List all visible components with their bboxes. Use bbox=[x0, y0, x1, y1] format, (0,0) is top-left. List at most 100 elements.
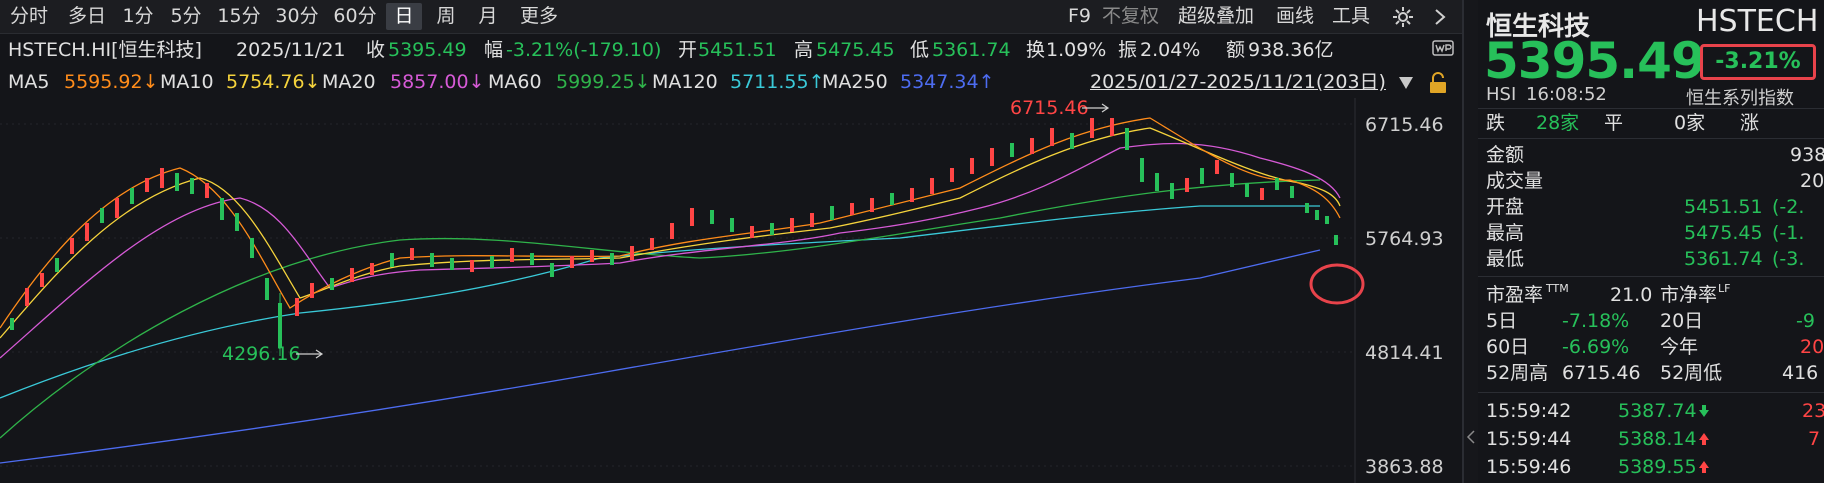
draw-line-button[interactable]: 画线 bbox=[1276, 3, 1314, 30]
amplitude-label: 振 bbox=[1118, 39, 1138, 61]
up-label: 涨 bbox=[1740, 112, 1760, 134]
kline-panel: 分时 多日 1分 5分 15分 30分 60分 日 周 月 更多 F9 不复权 … bbox=[0, 0, 1462, 483]
tick-row: 15:59:44 5388.14 7 bbox=[1478, 424, 1824, 454]
flat-count: 0家 bbox=[1674, 112, 1706, 134]
tick-row: 15:59:46 5389.55 bbox=[1478, 452, 1824, 482]
ma10-value: 5754.76↓ bbox=[226, 71, 321, 93]
candlesticks bbox=[10, 118, 1338, 356]
y-tick-bottom: 3863.88 bbox=[1365, 456, 1444, 478]
high-marker-label: 6715.46 bbox=[1010, 98, 1089, 119]
down-count: 28家 bbox=[1536, 112, 1580, 134]
change-value: -3.21%(-179.10) bbox=[506, 39, 662, 61]
tick-volume: 23 bbox=[1802, 400, 1824, 422]
period-tab-week[interactable]: 周 bbox=[428, 3, 464, 30]
no-adjust-button[interactable]: 不复权 bbox=[1102, 3, 1159, 30]
quote-side-panel: 恒生科技 HSTECH 5395.49 -3.21% HSI 16:08:52 … bbox=[1478, 0, 1824, 483]
ma60-line bbox=[0, 179, 1321, 439]
date-range[interactable]: 2025/01/27-2025/11/21(203日) bbox=[1090, 66, 1386, 98]
low-value: 5361.74 bbox=[1684, 248, 1763, 270]
ma250-value: 5347.34↑ bbox=[900, 71, 995, 93]
dropdown-triangle-icon[interactable] bbox=[1398, 76, 1414, 90]
pb-superscript: LF bbox=[1718, 282, 1731, 295]
high-value: 5475.45 bbox=[816, 39, 895, 61]
perf-row-3: 52周高 6715.46 52周低 416 bbox=[1478, 358, 1824, 388]
low-label: 低 bbox=[910, 39, 930, 61]
flat-label: 平 bbox=[1604, 112, 1624, 134]
period-tab-30min[interactable]: 30分 bbox=[272, 3, 322, 30]
period-tab-day[interactable]: 日 bbox=[386, 3, 422, 30]
ma5-label: MA5 bbox=[8, 71, 50, 93]
low-value: 5361.74 bbox=[932, 39, 1011, 61]
lock-icon[interactable] bbox=[1428, 72, 1448, 94]
close-label: 收 bbox=[366, 39, 386, 61]
scroll-left-arrow-icon[interactable] bbox=[1466, 430, 1476, 444]
period-tab-month[interactable]: 月 bbox=[470, 3, 506, 30]
tick-time: 15:59:42 bbox=[1486, 400, 1572, 422]
quote-info-bar: HSTECH.HI[恒生科技] 2025/11/21 收 5395.49 幅 -… bbox=[0, 34, 1462, 66]
close-value: 5395.49 bbox=[388, 39, 467, 61]
ma20-label: MA20 bbox=[322, 71, 376, 93]
period-tab-5min[interactable]: 5分 bbox=[166, 3, 206, 30]
y-tick-top: 6715.46 bbox=[1365, 114, 1444, 136]
low-marker-label: 4296.16 bbox=[222, 343, 301, 365]
ma120-line bbox=[0, 205, 1320, 399]
scrollbar[interactable] bbox=[1464, 0, 1478, 483]
period-tab-60min[interactable]: 60分 bbox=[330, 3, 380, 30]
series-label: 恒生系列指数 bbox=[1686, 88, 1794, 109]
period-tab-15min[interactable]: 15分 bbox=[214, 3, 264, 30]
ma60-label: MA60 bbox=[488, 71, 542, 93]
wp-icon[interactable] bbox=[1432, 40, 1454, 60]
low-label: 最低 bbox=[1486, 248, 1525, 270]
y-tick-2: 5764.93 bbox=[1365, 228, 1444, 250]
low-percent: (-3. bbox=[1772, 248, 1805, 270]
period-tab-multiday[interactable]: 多日 bbox=[64, 3, 110, 30]
amount-label: 额 bbox=[1226, 39, 1246, 61]
period-tab-more[interactable]: 更多 bbox=[514, 3, 564, 30]
ma120-label: MA120 bbox=[652, 71, 718, 93]
change-label: 幅 bbox=[484, 39, 504, 61]
f9-button[interactable]: F9 bbox=[1068, 3, 1091, 30]
ma250-label: MA250 bbox=[822, 71, 888, 93]
w52-high-value: 6715.46 bbox=[1562, 362, 1641, 384]
open-value: 5451.51 bbox=[698, 39, 777, 61]
change-percent-badge: -3.21% bbox=[1700, 44, 1816, 80]
w52-low-label: 52周低 bbox=[1660, 362, 1723, 384]
down-label: 跌 bbox=[1486, 112, 1506, 134]
amplitude-value: 2.04% bbox=[1140, 39, 1201, 61]
down-arrow-icon bbox=[1699, 405, 1709, 417]
ma20-line bbox=[0, 142, 1341, 359]
tick-time: 15:59:44 bbox=[1486, 428, 1572, 450]
tools-button[interactable]: 工具 bbox=[1332, 3, 1370, 30]
turnover-value: 1.09% bbox=[1046, 39, 1107, 61]
period-toolbar: 分时 多日 1分 5分 15分 30分 60分 日 周 月 更多 F9 不复权 … bbox=[0, 0, 1462, 34]
w52-low-value: 416 bbox=[1782, 362, 1819, 384]
ma250-line bbox=[0, 249, 1321, 464]
period-tab-1min[interactable]: 1分 bbox=[118, 3, 158, 30]
tick-price: 5389.55 bbox=[1618, 456, 1697, 478]
chevron-right-icon[interactable] bbox=[1432, 8, 1448, 26]
tick-price: 5387.74 bbox=[1618, 400, 1697, 422]
symbol-label: HSTECH.HI[恒生科技] bbox=[8, 39, 202, 61]
open-label: 开 bbox=[678, 39, 698, 61]
up-arrow-icon bbox=[1699, 461, 1709, 473]
ma60-value: 5999.25↓ bbox=[556, 71, 651, 93]
high-label: 高 bbox=[794, 39, 814, 61]
amount-value: 938.36亿 bbox=[1248, 39, 1334, 61]
turnover-label: 换 bbox=[1026, 39, 1046, 61]
ma5-value: 5595.92↓ bbox=[64, 71, 159, 93]
ma20-value: 5857.00↓ bbox=[390, 71, 485, 93]
ma10-label: MA10 bbox=[160, 71, 214, 93]
tick-price: 5388.14 bbox=[1618, 428, 1697, 450]
w52-high-label: 52周高 bbox=[1486, 362, 1549, 384]
breadth-row: 跌 28家 平 0家 涨 bbox=[1478, 108, 1824, 138]
gear-icon[interactable] bbox=[1392, 6, 1414, 28]
tick-volume: 7 bbox=[1808, 428, 1821, 450]
tick-row: 15:59:42 5387.74 23 bbox=[1478, 396, 1824, 426]
update-time: 16:08:52 bbox=[1526, 84, 1607, 105]
period-tab-timeshare[interactable]: 分时 bbox=[6, 3, 52, 30]
pe-superscript: TTM bbox=[1546, 282, 1569, 295]
kline-chart[interactable]: 6715.46 5764.93 4814.41 3863.88 6715.46 … bbox=[0, 98, 1462, 483]
super-overlay-button[interactable]: 超级叠加 bbox=[1178, 3, 1254, 30]
up-arrow-icon bbox=[1699, 433, 1709, 445]
last-price: 5395.49 bbox=[1484, 32, 1706, 90]
